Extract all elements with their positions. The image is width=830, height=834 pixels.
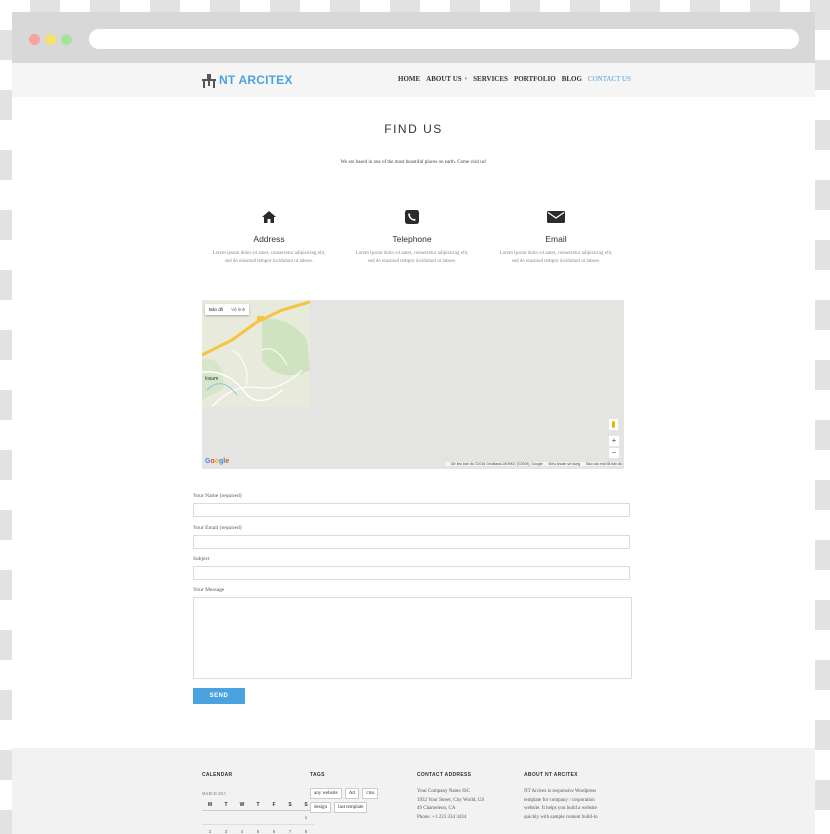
weekday: T <box>218 799 234 811</box>
name-label: Your Name (required) <box>193 493 242 499</box>
calendar-day: 2 <box>202 824 218 834</box>
site-header: NT ARCITEX HOME ABOUT US ▾ SERVICES PORT… <box>12 63 815 97</box>
nav-services[interactable]: SERVICES <box>473 75 508 83</box>
about-line: NT Arcitex is responsive Wordpress <box>524 789 597 794</box>
info-text: Lorem ipsum dolor sit amet, consectetur … <box>212 251 326 264</box>
google-map[interactable]: losum Bản đồ Vệ tinh + − Google Dữ liệu … <box>202 300 624 469</box>
calendar-day: 5 <box>250 824 266 834</box>
calendar-day: 6 <box>266 824 282 834</box>
about-line: template for company / corporation <box>524 797 595 803</box>
minimize-window-button[interactable] <box>45 34 56 45</box>
map-terms-link[interactable]: Điều khoản sử dụng <box>549 462 581 466</box>
contact-line: 1932 Your Street, City World, US <box>417 797 485 803</box>
name-field[interactable] <box>193 503 630 517</box>
page-tagline: We are based in one of the most beautifu… <box>340 160 487 165</box>
calendar-day: 3 <box>218 824 234 834</box>
weekday: T <box>250 799 266 811</box>
about-heading: ABOUT NT ARCITEX <box>524 772 578 778</box>
google-logo: Google <box>205 458 230 465</box>
send-button[interactable]: SEND <box>193 688 245 704</box>
site-footer: CALENDAR MARCH 2015 M T W T F S S 1 2 3 … <box>12 748 815 834</box>
info-email: Email Lorem ipsum dolor sit amet, consec… <box>496 210 616 266</box>
calendar-day: 8 <box>298 824 314 834</box>
calendar-day <box>218 810 234 825</box>
calendar-day: 7 <box>282 824 298 834</box>
logo-icon <box>202 73 216 88</box>
contact-address: Your Company Name JSC 1932 Your Street, … <box>417 788 484 822</box>
close-window-button[interactable] <box>29 34 40 45</box>
email-field[interactable] <box>193 535 630 549</box>
address-bar[interactable] <box>89 29 799 49</box>
zoom-in-button[interactable]: + <box>609 436 619 446</box>
page-title: FIND US <box>384 122 443 136</box>
calendar-day: 4 <box>234 824 250 834</box>
site-logo[interactable]: NT ARCITEX <box>201 72 293 88</box>
tag-link[interactable]: any website <box>310 788 342 799</box>
weekday: M <box>202 799 218 811</box>
browser-window: NT ARCITEX HOME ABOUT US ▾ SERVICES PORT… <box>12 12 815 834</box>
calendar-day <box>202 810 218 825</box>
contact-line: Phone: +1 223 334 3434 <box>417 814 467 820</box>
info-telephone: Telephone Lorem ipsum dolor sit amet, co… <box>352 210 472 266</box>
weekday: W <box>234 799 250 811</box>
map-type-control: Bản đồ Vệ tinh <box>205 304 250 315</box>
calendar-day <box>234 810 250 825</box>
info-heading: Email <box>545 234 567 244</box>
pegman-icon[interactable] <box>609 419 618 430</box>
map-type-satellite-button[interactable]: Vệ tinh <box>227 304 249 315</box>
tag-link[interactable]: Art <box>344 788 360 799</box>
map-tile: losum <box>202 300 310 407</box>
zoom-out-button[interactable]: − <box>609 448 619 458</box>
contact-heading: CONTACT ADDRESS <box>417 772 472 778</box>
tag-cloud: any website Art cms design last template <box>310 788 400 816</box>
nav-home[interactable]: HOME <box>398 75 420 83</box>
chevron-down-icon: ▾ <box>464 76 468 82</box>
map-type-map-button[interactable]: Bản đồ <box>205 304 227 315</box>
envelope-icon <box>496 210 616 224</box>
home-icon <box>209 210 329 224</box>
info-address: Address Lorem ipsum dolor sit amet, cons… <box>209 210 329 266</box>
message-field[interactable] <box>193 597 632 679</box>
weekday: S <box>282 799 298 811</box>
maximize-window-button[interactable] <box>61 34 72 45</box>
email-label: Your Email (required) <box>193 525 242 531</box>
tags-heading: TAGS <box>310 772 325 778</box>
main-nav: HOME ABOUT US ▾ SERVICES PORTFOLIO BLOG … <box>398 75 637 83</box>
nav-blog[interactable]: BLOG <box>562 75 582 83</box>
weekday: F <box>266 799 282 811</box>
contact-line: Your Company Name JSC <box>417 789 470 794</box>
phone-icon <box>352 210 472 224</box>
map-attribution-bar: Dữ liệu bản đồ ©2016 GeoBasis-DE/BKG (©2… <box>444 462 622 466</box>
tag-link[interactable]: design <box>310 802 332 813</box>
info-heading: Telephone <box>392 234 432 244</box>
calendar-month: MARCH 2015 <box>202 791 226 796</box>
calendar-heading: CALENDAR <box>202 772 233 778</box>
calendar-day <box>282 810 298 825</box>
tag-link[interactable]: last template <box>334 802 368 813</box>
calendar-day <box>250 810 266 825</box>
nav-about-us[interactable]: ABOUT US <box>426 75 461 83</box>
about-line: quickly with sample content build-in <box>524 814 598 820</box>
subject-label: Subject <box>193 556 210 562</box>
logo-text: NT ARCITEX <box>219 73 293 87</box>
nav-portfolio[interactable]: PORTFOLIO <box>514 75 556 83</box>
calendar-table: M T W T F S S 1 2 3 4 5 6 7 8 <box>202 799 314 834</box>
about-line: website. It helps you build a website <box>524 806 597 811</box>
info-text: Lorem ipsum dolor sit amet, consectetur … <box>499 251 613 264</box>
nav-contact-us[interactable]: CONTACT US <box>588 75 631 83</box>
info-heading: Address <box>253 234 285 244</box>
browser-titlebar <box>12 12 815 63</box>
map-place-label: losum <box>205 376 218 382</box>
contact-line: 49 Chameleon, CA <box>417 806 456 811</box>
info-text: Lorem ipsum dolor sit amet, consectetur … <box>355 251 469 264</box>
map-report-link[interactable]: Báo cáo một lỗi bản đồ <box>586 462 622 466</box>
subject-field[interactable] <box>193 566 630 580</box>
calendar-day <box>266 810 282 825</box>
about-text: NT Arcitex is responsive Wordpress templ… <box>524 788 598 822</box>
map-attribution: Dữ liệu bản đồ ©2016 GeoBasis-DE/BKG (©2… <box>450 462 543 466</box>
message-label: Your Message <box>193 587 225 593</box>
tag-link[interactable]: cms <box>362 788 379 799</box>
